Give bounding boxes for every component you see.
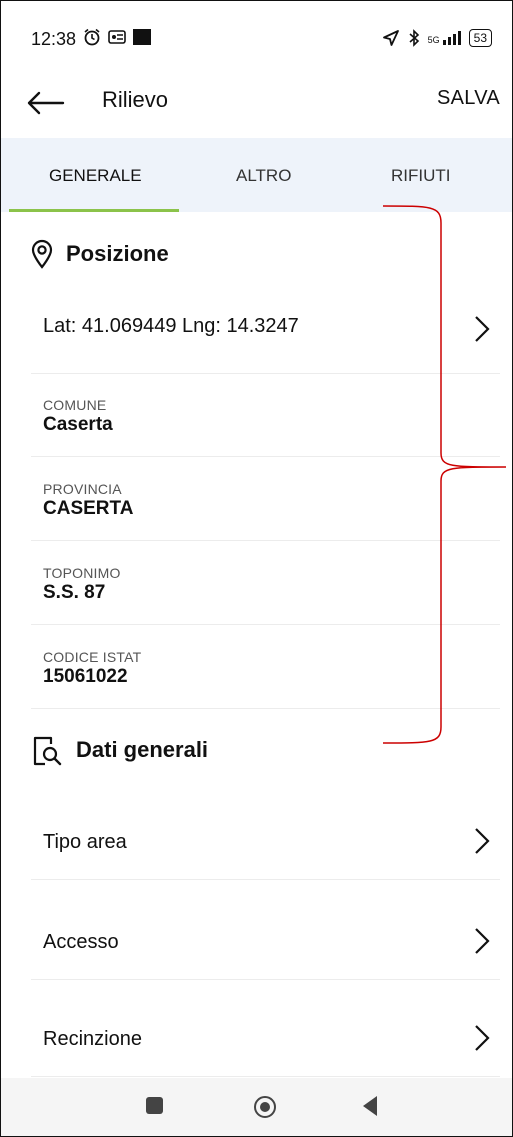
system-nav-bar (1, 1078, 512, 1136)
field-toponimo-value: S.S. 87 (43, 582, 106, 603)
battery-icon: 53 (468, 29, 492, 47)
phone-screen: 12:38 5G 53 Rilievo SALVA GENERALE ALTRO… (0, 0, 513, 1137)
section-dati-generali-title: Dati generali (76, 737, 209, 762)
network-type: 5G (427, 35, 440, 45)
location-arrow-icon (382, 30, 399, 46)
coordinates-text: Lat: 41.069449 Lng: 14.3247 (43, 315, 299, 337)
status-bar: 12:38 5G 53 (1, 1, 512, 73)
save-button[interactable]: SALVA (437, 87, 500, 110)
field-toponimo: TOPONIMO S.S. 87 (31, 541, 500, 625)
recent-apps-icon[interactable] (146, 1097, 163, 1114)
page-title: Rilievo (102, 87, 169, 112)
alarm-icon (84, 28, 100, 46)
location-pin-icon (31, 239, 53, 269)
section-dati-generali-header: Dati generali (31, 734, 208, 766)
section-posizione-title: Posizione (66, 241, 169, 266)
chevron-right-icon (475, 828, 490, 854)
row-recinzione[interactable]: Recinzione (31, 996, 500, 1077)
row-accesso-label: Accesso (43, 931, 119, 953)
bluetooth-icon (409, 29, 419, 47)
back-arrow-icon[interactable] (25, 89, 65, 117)
field-comune-label: COMUNE (43, 397, 107, 413)
field-toponimo-label: TOPONIMO (43, 565, 121, 581)
chevron-right-icon (475, 1025, 490, 1051)
tab-indicator (9, 209, 179, 212)
tab-generale[interactable]: GENERALE (49, 166, 142, 186)
signal-icon: 5G (428, 31, 461, 45)
field-comune: COMUNE Caserta (31, 373, 500, 457)
field-codice-istat-label: CODICE ISTAT (43, 649, 142, 665)
row-tipo-area-label: Tipo area (43, 831, 127, 853)
app-square-icon (133, 29, 151, 45)
coordinates-row[interactable]: Lat: 41.069449 Lng: 14.3247 (31, 291, 500, 374)
chevron-right-icon (475, 316, 490, 342)
row-accesso[interactable]: Accesso (31, 901, 500, 980)
status-icons-right: 5G 53 (382, 29, 492, 47)
row-tipo-area[interactable]: Tipo area (31, 801, 500, 880)
tab-bar: GENERALE ALTRO RIFIUTI (1, 138, 512, 212)
field-codice-istat-value: 15061022 (43, 666, 128, 687)
field-provincia: PROVINCIA CASERTA (31, 457, 500, 541)
section-posizione-header: Posizione (31, 239, 169, 269)
notification-icon (108, 30, 126, 44)
nav-back-icon[interactable] (363, 1096, 377, 1116)
status-icons-left (83, 28, 151, 46)
tab-altro[interactable]: ALTRO (236, 166, 291, 186)
field-codice-istat: CODICE ISTAT 15061022 (31, 625, 500, 709)
field-provincia-label: PROVINCIA (43, 481, 122, 497)
home-icon[interactable] (254, 1096, 276, 1118)
row-recinzione-label: Recinzione (43, 1028, 142, 1050)
field-provincia-value: CASERTA (43, 498, 134, 519)
document-search-icon (33, 736, 62, 766)
chevron-right-icon (475, 928, 490, 954)
field-comune-value: Caserta (43, 414, 113, 435)
tab-rifiuti[interactable]: RIFIUTI (391, 166, 451, 186)
app-bar: Rilievo SALVA (1, 73, 512, 137)
status-time: 12:38 (31, 29, 77, 49)
